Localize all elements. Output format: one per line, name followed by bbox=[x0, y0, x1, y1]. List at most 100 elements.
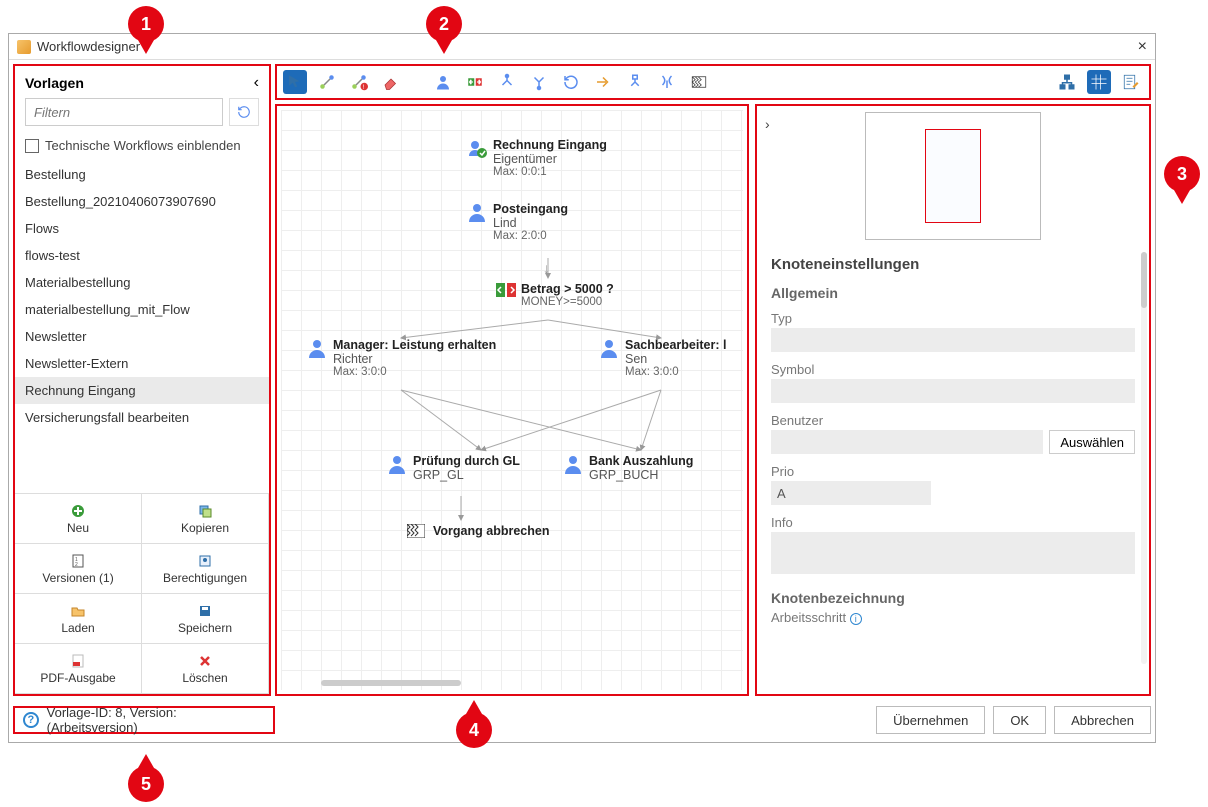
label-symbol: Symbol bbox=[771, 362, 1135, 377]
callout-5: 5 bbox=[128, 754, 164, 802]
open-icon bbox=[71, 603, 85, 619]
canvas-area[interactable]: Rechnung EingangEigentümerMax: 0:0:1 Post… bbox=[275, 104, 749, 696]
help-icon[interactable]: ? bbox=[23, 712, 39, 728]
pdf-icon bbox=[71, 653, 85, 669]
template-item[interactable]: Newsletter bbox=[15, 323, 269, 350]
window-title: Workflowdesigner bbox=[37, 39, 140, 54]
end-icon[interactable] bbox=[687, 70, 711, 94]
label-prio: Prio bbox=[771, 464, 1135, 479]
distribute-icon[interactable] bbox=[495, 70, 519, 94]
field-info[interactable] bbox=[771, 532, 1135, 574]
person-icon[interactable] bbox=[431, 70, 455, 94]
overview-icon[interactable] bbox=[1055, 70, 1079, 94]
flow-icon[interactable] bbox=[591, 70, 615, 94]
connect-alert-icon[interactable]: ! bbox=[347, 70, 371, 94]
cancel-button[interactable]: Abbrechen bbox=[1054, 706, 1151, 734]
action-plus[interactable]: Neu bbox=[15, 494, 142, 544]
action-pdf[interactable]: PDF-Ausgabe bbox=[15, 644, 142, 694]
connect-icon[interactable] bbox=[315, 70, 339, 94]
props-section-general: Allgemein bbox=[771, 285, 1135, 301]
template-item[interactable]: flows-test bbox=[15, 242, 269, 269]
template-item[interactable]: Bestellung bbox=[15, 161, 269, 188]
show-technical-checkbox[interactable]: Technische Workflows einblenden bbox=[15, 134, 269, 161]
person-icon bbox=[467, 202, 487, 222]
action-perm[interactable]: Berechtigungen bbox=[142, 544, 269, 594]
template-list: BestellungBestellung_20210406073907690Fl… bbox=[15, 161, 269, 493]
person-icon bbox=[563, 454, 583, 474]
label-typ: Typ bbox=[771, 311, 1135, 326]
collapse-icon[interactable]: ‹ bbox=[254, 74, 259, 92]
template-item[interactable]: materialbestellung_mit_Flow bbox=[15, 296, 269, 323]
props-heading: Knoteneinstellungen bbox=[771, 256, 1135, 273]
template-item[interactable]: Rechnung Eingang bbox=[15, 377, 269, 404]
templates-panel: Vorlagen ‹ Technische Workflows einblend… bbox=[13, 64, 271, 696]
callout-3: 3 bbox=[1164, 156, 1200, 204]
workflow-node[interactable]: Rechnung EingangEigentümerMax: 0:0:1 bbox=[467, 138, 607, 178]
field-symbol[interactable] bbox=[771, 379, 1135, 403]
callout-4: 4 bbox=[456, 700, 492, 748]
h-scrollbar[interactable] bbox=[321, 680, 461, 686]
action-open[interactable]: Laden bbox=[15, 594, 142, 644]
template-item[interactable]: Bestellung_20210406073907690 bbox=[15, 188, 269, 215]
plus-icon bbox=[71, 503, 85, 519]
ok-button[interactable]: OK bbox=[993, 706, 1046, 734]
checkbox-icon bbox=[25, 139, 39, 153]
grid-icon[interactable] bbox=[1087, 70, 1111, 94]
field-typ[interactable] bbox=[771, 328, 1135, 352]
template-item[interactable]: Versicherungsfall bearbeiten bbox=[15, 404, 269, 431]
decision-icon[interactable] bbox=[463, 70, 487, 94]
person-icon bbox=[599, 338, 619, 358]
version-info: ? Vorlage-ID: 8, Version: (Arbeitsversio… bbox=[13, 706, 275, 734]
properties-body: Knoteneinstellungen Allgemein Typ Symbol… bbox=[757, 246, 1149, 694]
collect-icon[interactable] bbox=[527, 70, 551, 94]
workflow-node[interactable]: PosteingangLindMax: 2:0:0 bbox=[467, 202, 568, 242]
workflow-node[interactable]: Betrag > 5000 ?MONEY>=5000 bbox=[495, 282, 614, 308]
svg-text:2: 2 bbox=[75, 562, 78, 568]
reload-icon[interactable] bbox=[229, 98, 259, 126]
workflow-node[interactable]: Prüfung durch GLGRP_GL bbox=[387, 454, 520, 482]
action-versions[interactable]: 12Versionen (1) bbox=[15, 544, 142, 594]
split-icon[interactable] bbox=[623, 70, 647, 94]
save-icon bbox=[198, 603, 212, 619]
pointer-icon[interactable] bbox=[283, 70, 307, 94]
action-copy[interactable]: Kopieren bbox=[142, 494, 269, 544]
perm-icon bbox=[198, 553, 212, 569]
version-text: Vorlage-ID: 8, Version: (Arbeitsversion) bbox=[47, 705, 265, 735]
filter-input[interactable] bbox=[25, 98, 223, 126]
end-icon bbox=[407, 524, 427, 544]
close-icon[interactable]: × bbox=[1138, 38, 1147, 56]
label-info: Info bbox=[771, 515, 1135, 530]
template-item[interactable]: Newsletter-Extern bbox=[15, 350, 269, 377]
apply-button[interactable]: Übernehmen bbox=[876, 706, 985, 734]
workflow-node[interactable]: Sachbearbeiter: lSenMax: 3:0:0 bbox=[599, 338, 726, 378]
field-user[interactable] bbox=[771, 430, 1043, 454]
template-item[interactable]: Flows bbox=[15, 215, 269, 242]
cycle-icon[interactable] bbox=[559, 70, 583, 94]
merge-icon[interactable] bbox=[655, 70, 679, 94]
minimap: › bbox=[757, 106, 1149, 246]
workflow-node[interactable]: Vorgang abbrechen bbox=[407, 524, 549, 544]
workflow-node[interactable]: Manager: Leistung erhaltenRichterMax: 3:… bbox=[307, 338, 496, 378]
minimap-viewport bbox=[925, 129, 981, 223]
checkbox-label: Technische Workflows einblenden bbox=[45, 138, 241, 153]
toolbar: ! bbox=[275, 64, 1151, 100]
action-delete[interactable]: Löschen bbox=[142, 644, 269, 694]
eraser-icon[interactable] bbox=[379, 70, 403, 94]
scrollbar[interactable] bbox=[1141, 252, 1147, 664]
callout-2: 2 bbox=[426, 6, 462, 54]
field-prio[interactable]: A bbox=[771, 481, 931, 505]
template-item[interactable]: Materialbestellung bbox=[15, 269, 269, 296]
callout-1: 1 bbox=[128, 6, 164, 54]
action-save[interactable]: Speichern bbox=[142, 594, 269, 644]
select-user-button[interactable]: Auswählen bbox=[1049, 430, 1135, 454]
edit-form-icon[interactable] bbox=[1119, 70, 1143, 94]
minimap-box[interactable] bbox=[865, 112, 1041, 240]
props-section-nodename: Knotenbezeichnung bbox=[771, 590, 1135, 606]
decision-icon bbox=[495, 282, 515, 302]
titlebar: Workflowdesigner × bbox=[9, 34, 1155, 60]
minimap-expand-icon[interactable]: › bbox=[765, 116, 770, 132]
start-icon bbox=[467, 138, 487, 158]
person-icon bbox=[307, 338, 327, 358]
label-step: Arbeitsschritt i bbox=[771, 610, 1135, 625]
workflow-node[interactable]: Bank AuszahlungGRP_BUCH bbox=[563, 454, 693, 482]
